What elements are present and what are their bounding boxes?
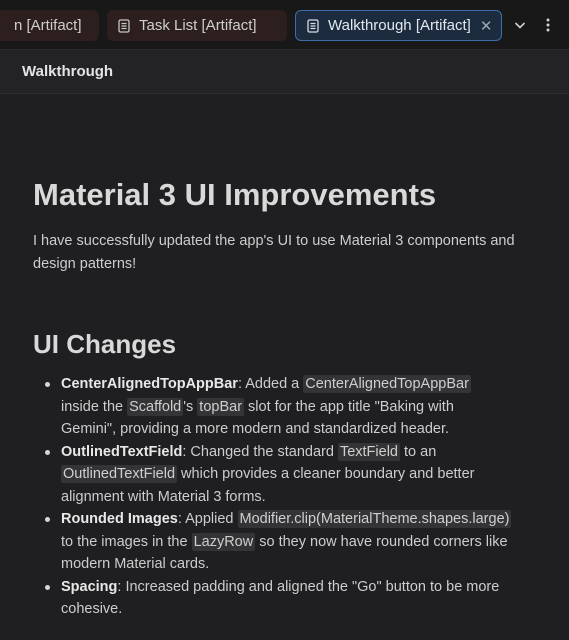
tab-task-list[interactable]: Task List [Artifact] (107, 10, 287, 41)
item-text: : Added a (237, 376, 304, 392)
more-vertical-icon[interactable] (539, 16, 557, 34)
list-item: Rounded Images: Applied Modifier.clip(Ma… (42, 508, 512, 576)
item-text: : Applied (177, 511, 238, 527)
panel-header: Walkthrough (0, 50, 569, 94)
item-name: Spacing (61, 578, 118, 595)
inline-code: Scaffold (127, 397, 184, 416)
inline-code: TextField (337, 442, 400, 461)
item-text: 's (183, 398, 198, 415)
inline-code: OutlinedTextField (61, 465, 178, 483)
tab-bar: n [Artifact] Task List [Artifact] Walkth… (0, 0, 569, 50)
bullet (45, 449, 50, 455)
item-name: CenterAlignedTopAppBar (61, 376, 238, 392)
tab-label: Walkthrough [Artifact] (328, 17, 471, 34)
list-item: OutlinedTextField: Changed the standard … (42, 441, 512, 509)
bullet (45, 382, 50, 387)
intro-paragraph: I have successfully updated the app's UI… (33, 233, 515, 272)
tab-walkthrough[interactable]: Walkthrough [Artifact] ✕ (295, 10, 502, 41)
page-title: Material 3 UI Improvements (33, 177, 437, 212)
inline-code: Modifier.clip(MaterialTheme.shapes.large… (237, 510, 512, 528)
item-text: to an (400, 443, 437, 460)
item-text: : Increased padding and aligned the "Go"… (61, 578, 500, 618)
inline-code: CenterAlignedTopAppBar (303, 375, 471, 393)
chevron-down-icon[interactable] (511, 16, 529, 34)
inline-code: LazyRow (191, 532, 256, 551)
tab-label: n [Artifact] (14, 17, 82, 34)
item-text: to the images in the (61, 533, 192, 550)
tab-artifact-1[interactable]: n [Artifact] (0, 10, 99, 41)
close-icon[interactable]: ✕ (480, 17, 493, 35)
list-item: Spacing: Increased padding and aligned t… (42, 576, 512, 621)
ui-changes-list: CenterAlignedTopAppBar: Added a CenterAl… (42, 373, 512, 621)
section-heading: UI Changes (33, 329, 177, 359)
bullet (45, 517, 50, 522)
doc-icon (118, 18, 130, 33)
item-text: : Changed the standard (182, 443, 338, 460)
bullet (45, 584, 50, 590)
walkthrough-content[interactable]: Material 3 UI Improvements I have succes… (0, 95, 569, 640)
panel-title: Walkthrough (22, 63, 114, 80)
doc-icon (307, 18, 319, 33)
tab-label: Task List [Artifact] (139, 17, 257, 34)
inline-code: topBar (197, 397, 245, 416)
item-name: Rounded Images (61, 511, 178, 527)
list-item: CenterAlignedTopAppBar: Added a CenterAl… (42, 373, 512, 441)
item-text: inside the (61, 398, 128, 415)
item-name: OutlinedTextField (61, 443, 183, 460)
